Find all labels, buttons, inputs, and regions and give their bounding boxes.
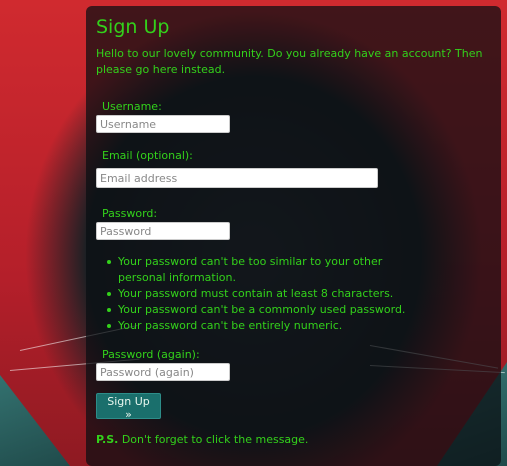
login-link[interactable]: go here (136, 63, 178, 76)
list-item: Your password must contain at least 8 ch… (107, 286, 408, 302)
email-input[interactable] (96, 168, 378, 188)
ps-note: P.S. Don't forget to click the message. (96, 433, 308, 446)
signup-button[interactable]: Sign Up » (96, 393, 161, 421)
signup-form: Sign Up Hello to our lovely community. D… (96, 14, 491, 446)
password-rules-list: Your password can't be too similar to yo… (107, 254, 408, 334)
password-input[interactable] (96, 222, 230, 240)
intro-text: Hello to our lovely community. Do you al… (96, 46, 491, 78)
intro-tail: instead. (177, 63, 226, 76)
password-label: Password: (102, 207, 158, 220)
background-shape-left (0, 375, 70, 466)
ps-prefix: P.S. (96, 433, 119, 446)
username-label: Username: (102, 100, 162, 113)
page-title: Sign Up (96, 16, 170, 38)
ps-text: Don't forget to click the message. (118, 433, 309, 446)
list-item: Your password can't be a commonly used p… (107, 302, 408, 318)
email-label: Email (optional): (102, 149, 193, 162)
password-again-input[interactable] (96, 363, 230, 381)
list-item: Your password can't be entirely numeric. (107, 318, 408, 334)
password-again-label: Password (again): (102, 348, 200, 361)
list-item: Your password can't be too similar to yo… (107, 254, 408, 286)
username-input[interactable] (96, 115, 230, 133)
